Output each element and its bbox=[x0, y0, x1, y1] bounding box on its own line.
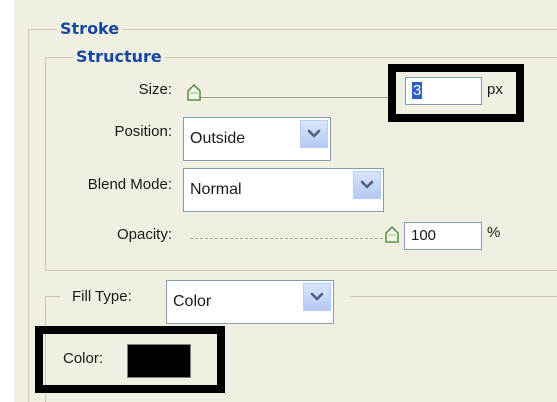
position-select[interactable]: Outside bbox=[183, 117, 331, 161]
fill-type-label: Fill Type: bbox=[72, 288, 132, 305]
opacity-label: Opacity: bbox=[116, 226, 172, 243]
slider-thumb-icon[interactable] bbox=[187, 84, 201, 101]
structure-group-left-line bbox=[45, 57, 46, 270]
structure-group-bottom-line bbox=[45, 270, 557, 271]
opacity-input[interactable]: 100 bbox=[404, 222, 482, 250]
stroke-group-left-line bbox=[28, 29, 29, 402]
size-unit: px bbox=[487, 81, 503, 98]
window-edge bbox=[0, 0, 14, 402]
position-label: Position: bbox=[114, 123, 172, 140]
opacity-value: 100 bbox=[411, 227, 437, 244]
chevron-down-icon[interactable] bbox=[353, 171, 381, 199]
fill-type-select[interactable]: Color bbox=[166, 280, 334, 324]
size-input[interactable]: 3 bbox=[405, 77, 482, 105]
chevron-down-icon[interactable] bbox=[303, 283, 331, 311]
blend-mode-value: Normal bbox=[190, 181, 242, 198]
color-swatch[interactable] bbox=[127, 344, 191, 378]
blend-mode-label: Blend Mode: bbox=[87, 176, 172, 193]
blend-mode-select[interactable]: Normal bbox=[183, 168, 384, 212]
color-label: Color: bbox=[63, 350, 104, 367]
size-value: 3 bbox=[412, 82, 423, 99]
opacity-unit: % bbox=[487, 224, 501, 241]
position-value: Outside bbox=[190, 130, 246, 147]
stroke-group-title: Stroke bbox=[57, 20, 123, 38]
size-label: Size: bbox=[138, 81, 172, 98]
structure-group-title: Structure bbox=[73, 48, 165, 66]
opacity-slider-track[interactable] bbox=[190, 238, 395, 239]
chevron-down-icon[interactable] bbox=[300, 120, 328, 148]
size-slider-track[interactable] bbox=[190, 97, 395, 98]
slider-thumb-icon[interactable] bbox=[385, 226, 399, 243]
fill-type-value: Color bbox=[173, 293, 212, 310]
